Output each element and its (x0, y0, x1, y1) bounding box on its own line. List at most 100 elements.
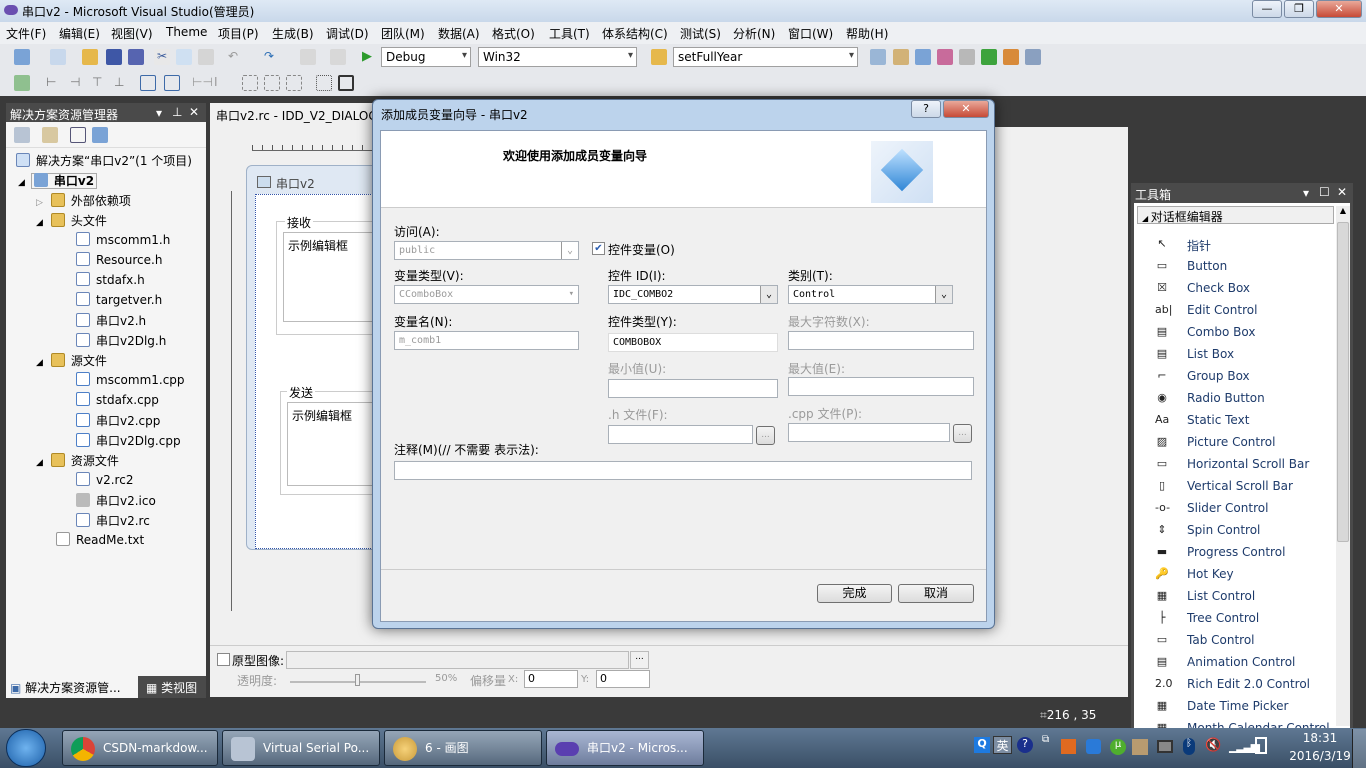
tree-item-folder[interactable]: ◢ 资源文件 (36, 452, 119, 469)
toolbox-item[interactable]: ▭ Tab Control (1157, 633, 1255, 647)
make-same-height-icon[interactable] (264, 75, 280, 91)
finish-button[interactable]: 完成 (817, 584, 892, 603)
toolbox-item[interactable]: Aa Static Text (1155, 413, 1249, 427)
minimize-button[interactable]: — (1252, 0, 1282, 18)
menu-data[interactable]: 数据(A) (438, 25, 480, 42)
menu-help[interactable]: 帮助(H) (846, 25, 888, 42)
tree-item-solution[interactable]: 解决方案“串口v2”(1 个项目) (16, 152, 192, 169)
dialog-preview[interactable]: 串口v2 接收 示例编辑框 发送 示例编辑框 (246, 165, 397, 550)
new-project-icon[interactable] (14, 49, 30, 65)
tree-item-file[interactable]: mscomm1.h (76, 232, 170, 247)
tree-item-file[interactable]: 串口v2Dlg.cpp (76, 432, 181, 449)
toolbox-item[interactable]: ▤ Animation Control (1157, 655, 1296, 669)
toolbox-item[interactable]: 🔑 Hot Key (1155, 567, 1234, 581)
maximize-icon[interactable]: ☐ (1319, 185, 1330, 199)
menu-file[interactable]: 文件(F) (6, 25, 46, 42)
solution-explorer-icon[interactable] (893, 49, 909, 65)
menu-tools[interactable]: 工具(T) (549, 25, 590, 42)
tree-item-file[interactable]: 串口v2Dlg.h (76, 332, 166, 349)
align-bottom-icon[interactable]: ⊥ (114, 75, 130, 91)
tree-item-file[interactable]: mscomm1.cpp (76, 372, 185, 387)
toolbox-item[interactable]: ▤ Combo Box (1157, 325, 1256, 339)
toolbox-item[interactable]: ab| Edit Control (1155, 303, 1257, 317)
make-same-width-icon[interactable] (242, 75, 258, 91)
tree-item-folder[interactable]: ▷ 外部依赖项 (36, 192, 131, 209)
menu-view[interactable]: 视图(V) (111, 25, 153, 42)
menu-theme[interactable]: Theme (166, 25, 207, 39)
close-button[interactable]: ✕ (943, 100, 989, 118)
dropdown-icon[interactable]: ▾ (156, 106, 162, 120)
help-button[interactable]: ? (911, 100, 941, 118)
make-same-size-icon[interactable] (286, 75, 302, 91)
tree-item-file[interactable]: Resource.h (76, 252, 162, 267)
toolbox-item[interactable]: ▬ Progress Control (1157, 545, 1286, 559)
collapse-arrow-icon[interactable]: ◢ (36, 358, 43, 368)
clock-time[interactable]: 18:31 (1290, 731, 1350, 745)
category-select[interactable]: Control ⌄ (788, 285, 953, 304)
min-value-input[interactable] (608, 379, 778, 398)
toolbox-item[interactable]: ◉ Radio Button (1157, 391, 1265, 405)
cpp-file-browse-button[interactable]: ... (953, 424, 972, 443)
access-select[interactable]: public ⌄ (394, 241, 579, 260)
ime-indicator[interactable]: 英 (993, 736, 1012, 754)
network-device-icon[interactable] (1157, 740, 1173, 753)
open-icon[interactable] (82, 49, 98, 65)
close-icon[interactable]: ✕ (1337, 185, 1347, 199)
show-desktop-button[interactable] (1352, 729, 1366, 768)
tree-item-folder[interactable]: ◢ 源文件 (36, 352, 107, 369)
offset-x-input[interactable]: 0 (524, 670, 578, 688)
toolbox-item[interactable]: ├ Tree Control (1159, 611, 1260, 625)
variable-name-input[interactable]: m_comb1 (394, 331, 579, 350)
tray-picture-icon[interactable] (1132, 739, 1148, 755)
find-in-files-icon[interactable] (651, 49, 667, 65)
toolbox-item[interactable]: ▭ Button (1157, 259, 1227, 273)
pin-icon[interactable]: ⊥ (172, 105, 182, 119)
prototype-path-input[interactable] (286, 651, 629, 669)
collapse-arrow-icon[interactable]: ◢ (36, 218, 43, 228)
undo-icon[interactable]: ↶ (228, 49, 244, 65)
max-chars-input[interactable] (788, 331, 974, 350)
toolbox-item[interactable]: -o- Slider Control (1155, 501, 1268, 515)
toolbox-scrollbar[interactable]: ▲ (1336, 206, 1350, 726)
toolbox-icon[interactable] (959, 49, 975, 65)
document-tab[interactable]: 串口v2.rc - IDD_V2_DIALOG (210, 103, 380, 127)
restore-button[interactable]: ❐ (1284, 0, 1314, 18)
menu-analyze[interactable]: 分析(N) (733, 25, 775, 42)
find-combo[interactable]: setFullYear (673, 47, 858, 67)
security-icon[interactable] (1086, 739, 1101, 754)
configuration-select[interactable]: Debug (381, 47, 471, 67)
test-dialog-icon[interactable] (14, 75, 30, 91)
toolbox-item[interactable]: ▦ List Control (1157, 589, 1255, 603)
toolbox-item[interactable]: ▤ List Box (1157, 347, 1234, 361)
toggle-guides-icon[interactable] (338, 75, 354, 91)
toolbox-item[interactable]: ☒ Check Box (1157, 281, 1250, 295)
align-top-icon[interactable]: ⊤ (92, 75, 108, 91)
tree-item-file[interactable]: 串口v2.rc (76, 512, 150, 529)
class-diagram-icon[interactable] (92, 127, 108, 143)
variable-type-combo[interactable]: CComboBox ▾ (394, 285, 579, 304)
toolbox-item[interactable]: ▦ Date Time Picker (1157, 699, 1289, 713)
control-id-select[interactable]: IDC_COMBO2 ⌄ (608, 285, 778, 304)
prototype-checkbox[interactable] (217, 653, 230, 666)
tree-item-file[interactable]: targetver.h (76, 292, 162, 307)
taskbar-item-visual-studio[interactable]: 串口v2 - Micros... (546, 730, 704, 766)
taskbar-item-virtual-serial[interactable]: Virtual Serial Po... (222, 730, 380, 766)
menu-edit[interactable]: 编辑(E) (59, 25, 100, 42)
tree-item-folder[interactable]: ◢ 头文件 (36, 212, 107, 229)
utorrent-icon[interactable]: µ (1110, 739, 1126, 755)
toolbox-item[interactable]: ▯ Vertical Scroll Bar (1159, 479, 1293, 493)
find-icon[interactable] (870, 49, 886, 65)
toolbox-item[interactable]: ⇕ Spin Control (1157, 523, 1260, 537)
help-icon[interactable]: ? (1017, 737, 1033, 753)
tree-item-file[interactable]: stdafx.h (76, 272, 145, 287)
menu-format[interactable]: 格式(O) (492, 25, 535, 42)
comment-input[interactable] (394, 461, 972, 480)
toolbox-item[interactable]: ↖ 指针 (1157, 237, 1211, 254)
cancel-button[interactable]: 取消 (898, 584, 974, 603)
prototype-browse-button[interactable]: ... (630, 651, 649, 669)
h-file-input[interactable] (608, 425, 753, 444)
navigate-back-icon[interactable] (300, 49, 316, 65)
signal-icon[interactable]: ▁▂▃▅ (1229, 739, 1260, 753)
bluetooth-icon[interactable]: ᛒ (1183, 738, 1195, 755)
paste-icon[interactable] (198, 49, 214, 65)
